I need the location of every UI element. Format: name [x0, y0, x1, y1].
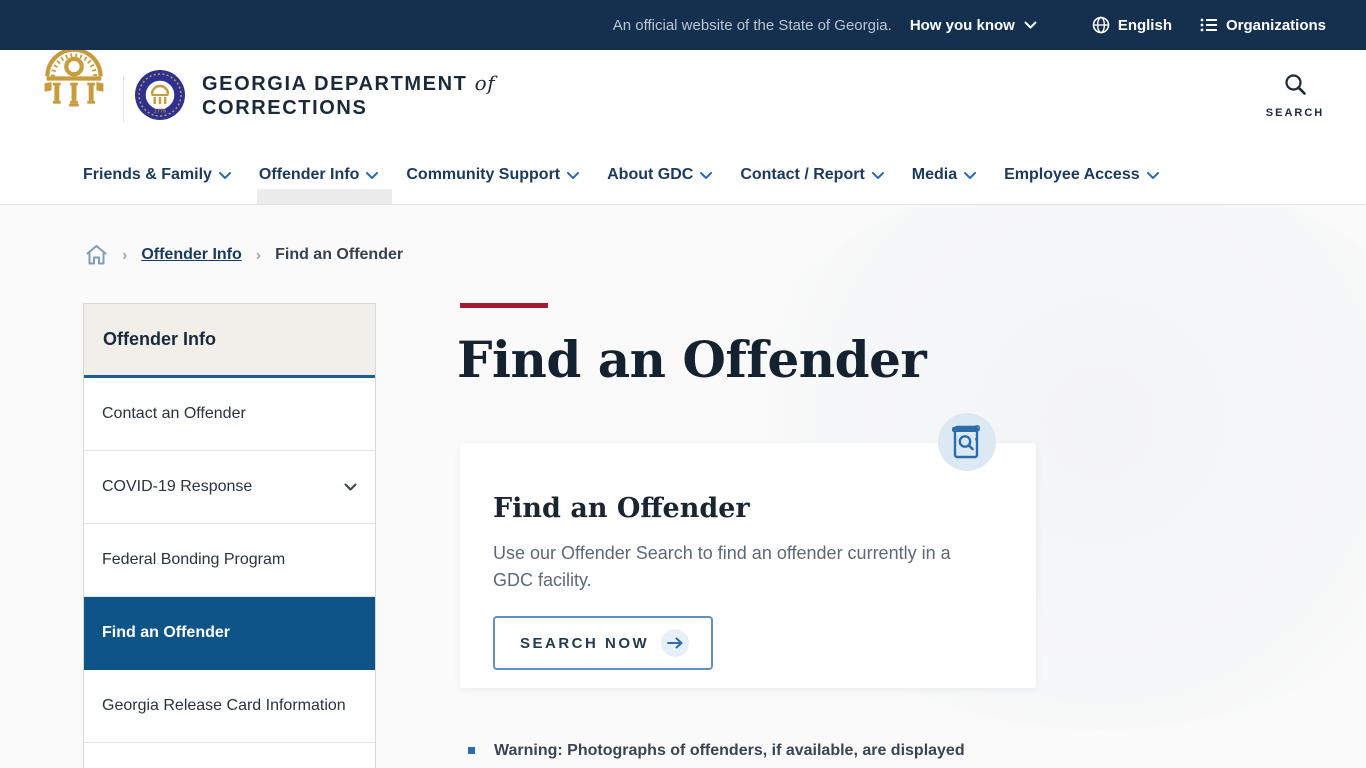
chevron-down-icon — [366, 171, 379, 179]
arrow-circle — [661, 629, 690, 657]
chevron-down-icon — [567, 171, 580, 179]
nav-media[interactable]: Media — [911, 145, 977, 204]
sidebar-item-label: Contact an Offender — [102, 405, 246, 422]
organizations-link[interactable]: Organizations — [1200, 17, 1326, 34]
svg-text:1776: 1776 — [154, 109, 167, 115]
home-icon[interactable] — [85, 244, 108, 266]
government-banner: An official website of the State of Geor… — [0, 0, 1366, 50]
official-website-text: An official website of the State of Geor… — [612, 16, 892, 34]
agency-name-connector: of — [474, 71, 496, 95]
chevron-down-icon — [1024, 21, 1037, 28]
section-sidebar: Offender Info Contact an Offender COVID-… — [83, 303, 376, 768]
site-header: 1776 GEORGIA DEPARTMENT of CORRECTIONS S… — [0, 29, 1366, 145]
chevron-down-icon — [1146, 171, 1159, 179]
nav-label: Media — [911, 165, 958, 183]
warning-list-item: Warning: Photographs of offenders, if av… — [468, 740, 1088, 762]
corrections-seal: 1776 — [135, 70, 185, 120]
how-you-know-toggle[interactable]: How you know — [910, 17, 1037, 34]
chevron-down-icon — [700, 171, 713, 179]
search-now-label: SEARCH NOW — [520, 634, 650, 652]
agency-name[interactable]: GEORGIA DEPARTMENT of CORRECTIONS — [202, 71, 495, 120]
sidebar-item-find-an-offender[interactable]: Find an Offender — [84, 597, 375, 670]
chevron-down-icon — [344, 483, 357, 490]
sidebar-item-georgia-release-card-information[interactable]: Georgia Release Card Information — [84, 670, 375, 743]
breadcrumb-separator: › — [255, 246, 262, 264]
sidebar-title[interactable]: Offender Info — [84, 304, 375, 378]
language-label: English — [1117, 16, 1172, 34]
chevron-down-icon — [218, 171, 231, 179]
sidebar-item-incarcerated-veterans[interactable]: Incarcerated Veterans — [84, 743, 375, 768]
sidebar-item-federal-bonding-program[interactable]: Federal Bonding Program — [84, 524, 375, 597]
nav-label: Employee Access — [1004, 165, 1140, 183]
sidebar-item-label: Find an Offender — [102, 624, 230, 641]
nav-employee-access[interactable]: Employee Access — [1004, 145, 1159, 204]
nav-label: Friends & Family — [83, 165, 212, 183]
title-accent-bar — [460, 303, 548, 308]
arch-logo-icon — [44, 47, 104, 107]
sidebar-item-label: Georgia Release Card Information — [102, 697, 346, 714]
search-icon — [1285, 74, 1306, 95]
card-badge — [938, 413, 996, 471]
nav-community-support[interactable]: Community Support — [406, 145, 580, 204]
language-selector[interactable]: English — [1092, 16, 1172, 34]
nav-label: Community Support — [406, 165, 561, 183]
nav-offender-info[interactable]: Offender Info — [256, 145, 393, 204]
document-search-icon — [952, 425, 980, 459]
breadcrumb-offender-info[interactable]: Offender Info — [141, 246, 241, 264]
search-label: SEARCH — [1265, 107, 1325, 119]
warning-text: Warning: Photographs of offenders, if av… — [494, 742, 965, 759]
card-description: Use our Offender Search to find an offen… — [493, 543, 951, 590]
sidebar-item-covid-19-response[interactable]: COVID-19 Response — [84, 451, 375, 524]
sidebar-item-label: COVID-19 Response — [102, 478, 253, 495]
how-you-know-label: How you know — [909, 16, 1015, 34]
agency-name-line2: CORRECTIONS — [202, 97, 368, 119]
globe-icon — [1092, 16, 1110, 34]
breadcrumb-separator: › — [122, 246, 128, 264]
nav-contact-report[interactable]: Contact / Report — [740, 145, 884, 204]
nav-label: Offender Info — [258, 165, 360, 183]
card-title: Find an Offender — [493, 493, 750, 524]
sidebar-item-label: Federal Bonding Program — [102, 551, 286, 568]
chevron-down-icon — [964, 171, 977, 179]
nav-about-gdc[interactable]: About GDC — [607, 145, 713, 204]
organizations-label: Organizations — [1225, 16, 1326, 34]
header-divider — [123, 76, 124, 122]
site-search-button[interactable]: SEARCH — [1260, 72, 1330, 119]
breadcrumb: › Offender Info › Find an Offender — [85, 244, 403, 266]
primary-navigation: Friends & Family Offender Info Community… — [0, 145, 1366, 205]
nav-label: About GDC — [607, 165, 694, 183]
list-icon — [1200, 18, 1217, 32]
nav-label: Contact / Report — [740, 165, 865, 183]
page-title: Find an Offender — [457, 330, 927, 389]
breadcrumb-current: Find an Offender — [275, 246, 404, 263]
agency-name-line1: GEORGIA DEPARTMENT — [202, 73, 468, 95]
find-offender-card: Find an Offender Use our Offender Search… — [460, 413, 1036, 688]
nav-friends-and-family[interactable]: Friends & Family — [83, 145, 231, 204]
sidebar-item-contact-an-offender[interactable]: Contact an Offender — [84, 378, 375, 451]
arrow-right-icon — [667, 637, 683, 649]
bullet-marker — [468, 747, 475, 754]
search-now-button[interactable]: SEARCH NOW — [493, 616, 714, 670]
chevron-down-icon — [871, 171, 884, 179]
